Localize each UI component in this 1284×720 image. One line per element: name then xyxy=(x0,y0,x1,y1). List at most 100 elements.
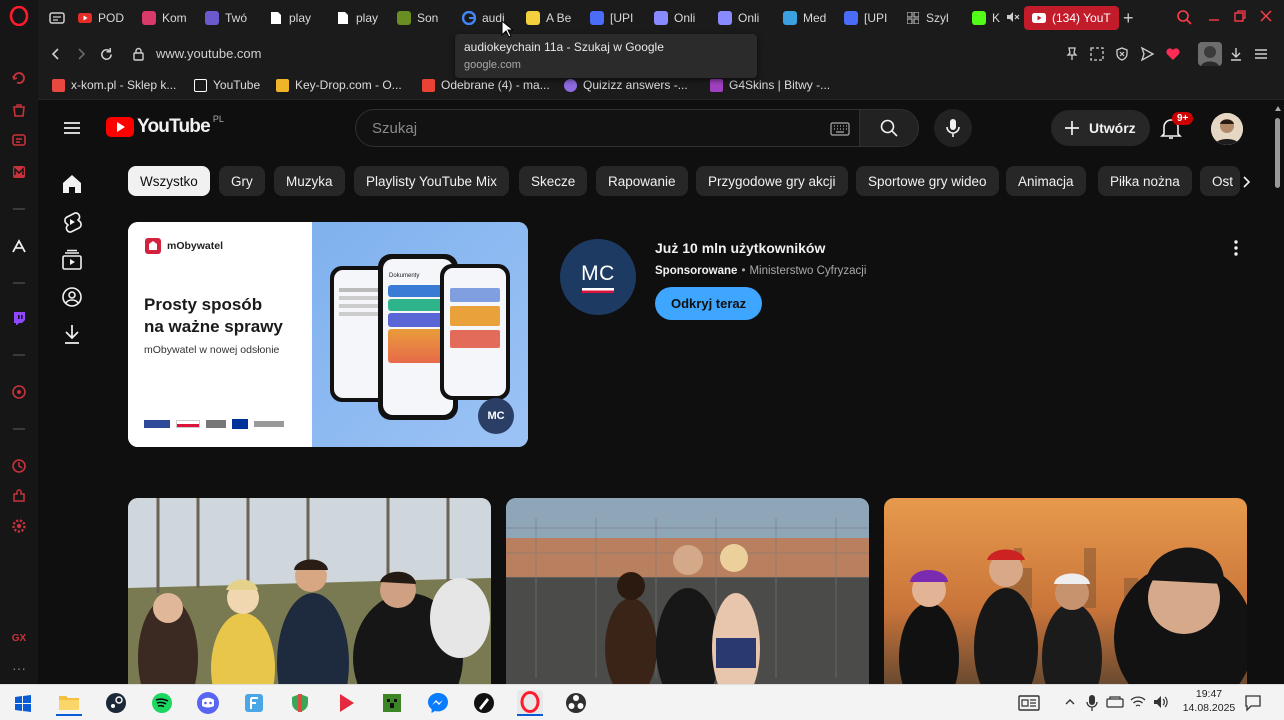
bookmark-quizizz[interactable]: Quizizz answers -... xyxy=(564,78,688,92)
steam-icon[interactable] xyxy=(103,690,129,716)
tray-mic-icon[interactable] xyxy=(1086,694,1098,717)
notifications-button[interactable]: 9+ xyxy=(1160,112,1194,145)
filter-chip[interactable]: Muzyka xyxy=(274,166,345,196)
opera-gx-taskbar-icon[interactable] xyxy=(517,690,543,716)
browser-tab[interactable]: Kom xyxy=(142,6,187,30)
you-icon[interactable] xyxy=(60,285,84,309)
aria-icon[interactable] xyxy=(9,68,29,88)
ad-title[interactable]: Już 10 mln użytkowników xyxy=(655,240,825,256)
youtube-logo[interactable]: YouTube PL xyxy=(106,114,224,138)
easy-setup-icon[interactable] xyxy=(1253,46,1269,67)
clock[interactable]: 19:47 14.08.2025 xyxy=(1178,687,1240,715)
home-icon[interactable] xyxy=(60,172,84,196)
bookmark-xkom[interactable]: x-kom.pl - Sklep k... xyxy=(52,78,176,92)
filter-chip[interactable]: Playlisty YouTube Mix xyxy=(354,166,509,196)
filter-chip[interactable]: Wszystko xyxy=(128,166,210,196)
twitch-icon[interactable] xyxy=(9,308,29,328)
bookmark-youtube[interactable]: YouTube xyxy=(194,78,260,92)
downloads-icon[interactable] xyxy=(60,322,84,346)
profile-avatar[interactable] xyxy=(1198,42,1222,66)
volume-icon[interactable] xyxy=(1152,694,1170,715)
voice-search-button[interactable] xyxy=(934,109,972,147)
filter-chip[interactable]: Skecze xyxy=(519,166,588,196)
vpn-shield-icon[interactable] xyxy=(1114,46,1130,67)
tray-chevron-icon[interactable] xyxy=(1064,695,1076,714)
filter-chip[interactable]: Animacja xyxy=(1006,166,1086,196)
keyboard-icon[interactable] xyxy=(830,122,850,136)
account-avatar[interactable] xyxy=(1211,113,1243,145)
video-thumbnail-3[interactable] xyxy=(884,498,1247,684)
ai-tools-icon[interactable] xyxy=(9,236,29,256)
app-f-icon[interactable] xyxy=(241,690,267,716)
shopping-icon[interactable] xyxy=(9,100,29,120)
advertiser-avatar[interactable]: MC xyxy=(560,239,636,315)
start-icon[interactable] xyxy=(10,690,36,716)
more-icon[interactable]: ··· xyxy=(9,658,29,678)
advertiser-name[interactable]: Ministerstwo Cyfryzacji xyxy=(749,265,866,277)
browser-tab[interactable]: [UPI xyxy=(590,6,633,30)
browser-tab[interactable]: Szyl xyxy=(906,6,949,30)
browser-tab[interactable]: audi xyxy=(462,6,505,30)
news-widget-icon[interactable] xyxy=(1018,695,1040,716)
notification-center-icon[interactable] xyxy=(1244,694,1262,717)
history-icon[interactable] xyxy=(9,456,29,476)
shorts-icon[interactable] xyxy=(60,210,84,234)
chips-next-icon[interactable] xyxy=(1234,170,1258,194)
pin-icon[interactable] xyxy=(1064,46,1080,67)
video-thumbnail-1[interactable] xyxy=(128,498,491,684)
pen-app-icon[interactable] xyxy=(471,690,497,716)
gx-icon[interactable]: GX xyxy=(9,628,29,648)
heart-icon[interactable] xyxy=(1165,46,1181,67)
browser-tab[interactable]: Onli xyxy=(718,6,759,30)
browser-tab[interactable]: Son xyxy=(397,6,438,30)
play-app-icon[interactable] xyxy=(333,690,359,716)
browser-tab[interactable]: A Be xyxy=(526,6,571,30)
obs-icon[interactable] xyxy=(563,690,589,716)
url-field[interactable]: www.youtube.com xyxy=(156,46,262,61)
new-tab-button[interactable]: + xyxy=(1123,9,1134,27)
browser-tab[interactable]: Onli xyxy=(654,6,695,30)
snapshot-icon[interactable] xyxy=(1089,46,1105,67)
minecraft-icon[interactable] xyxy=(379,690,405,716)
bookmark-keydrop[interactable]: Key-Drop.com - O... xyxy=(276,78,402,92)
player-icon[interactable] xyxy=(9,382,29,402)
download-icon[interactable] xyxy=(1228,46,1244,67)
wifi-icon[interactable] xyxy=(1130,695,1146,714)
browser-tab[interactable]: Twó xyxy=(205,6,247,30)
spotify-icon[interactable] xyxy=(149,690,175,716)
tab-menu-icon[interactable] xyxy=(48,9,66,27)
page-scrollbar[interactable] xyxy=(1272,100,1284,684)
create-button[interactable]: Utwórz xyxy=(1051,110,1150,146)
guide-menu-icon[interactable] xyxy=(62,118,82,143)
bookmark-g4skins[interactable]: G4Skins | Bitwy -... xyxy=(710,78,830,92)
scroll-up-icon[interactable] xyxy=(1275,106,1281,111)
ad-thumbnail[interactable]: mObywatel Prosty sposób na ważne sprawy … xyxy=(128,222,528,447)
bookmark-gmail[interactable]: Odebrane (4) - ma... xyxy=(422,78,550,92)
browser-tab[interactable]: Med xyxy=(783,6,826,30)
video-thumbnail-2[interactable] xyxy=(506,498,869,684)
filter-chip[interactable]: Sportowe gry wideo xyxy=(856,166,999,196)
ad-more-icon[interactable] xyxy=(1226,238,1246,263)
settings-icon[interactable] xyxy=(9,516,29,536)
close-icon[interactable] xyxy=(1258,8,1274,29)
browser-tab[interactable]: [UPI xyxy=(844,6,887,30)
ad-cta-button[interactable]: Odkryj teraz xyxy=(655,287,763,320)
filter-chip[interactable]: Piłka nożna xyxy=(1098,166,1192,196)
filter-chip[interactable]: Przygodowe gry akcji xyxy=(696,166,848,196)
discord-icon[interactable] xyxy=(195,690,221,716)
back-icon[interactable] xyxy=(46,44,66,64)
subscriptions-icon[interactable] xyxy=(60,248,84,272)
file-explorer-icon[interactable] xyxy=(56,690,82,716)
browser-tab[interactable]: play xyxy=(336,6,378,30)
lock-icon[interactable] xyxy=(128,44,148,64)
send-icon[interactable] xyxy=(1139,46,1155,67)
filter-chip[interactable]: Gry xyxy=(219,166,265,196)
mail-icon[interactable] xyxy=(9,162,29,182)
browser-tab[interactable]: K xyxy=(972,6,1020,30)
search-button[interactable] xyxy=(859,109,919,147)
shield-app-icon[interactable] xyxy=(287,690,313,716)
search-input[interactable]: Szukaj xyxy=(355,109,859,147)
tray-drive-icon[interactable] xyxy=(1106,695,1124,714)
forward-icon[interactable] xyxy=(71,44,91,64)
browser-tab[interactable]: POD xyxy=(78,6,124,30)
